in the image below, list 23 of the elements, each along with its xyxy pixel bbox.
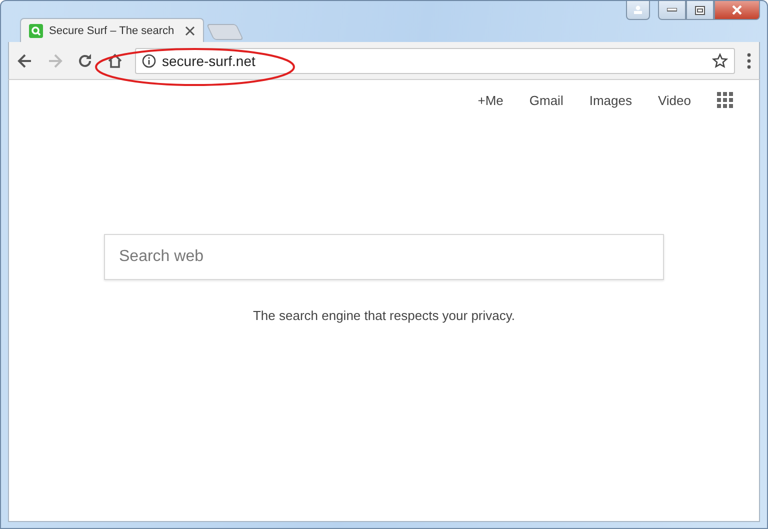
url-text: secure-surf.net (162, 52, 256, 68)
top-link[interactable]: Gmail (529, 92, 564, 108)
tagline-text: The search engine that respects your privacy. (252, 308, 516, 323)
person-icon (633, 5, 643, 15)
profile-button[interactable] (626, 1, 650, 20)
star-icon[interactable] (712, 52, 728, 68)
address-bar[interactable]: secure-surf.net (135, 48, 735, 74)
close-icon[interactable] (185, 26, 195, 36)
minimize-icon (667, 8, 677, 12)
top-link[interactable]: +Me (478, 92, 504, 108)
top-link[interactable]: Images (589, 92, 632, 108)
search-field[interactable]: Search web (104, 234, 664, 280)
search-icon (29, 24, 43, 38)
top-link[interactable]: Video (658, 92, 691, 108)
close-button[interactable] (714, 1, 760, 20)
close-icon (731, 5, 743, 15)
minimize-button[interactable] (658, 1, 686, 20)
restore-icon (695, 6, 705, 14)
apps-grid-icon[interactable] (717, 92, 733, 108)
info-icon[interactable] (142, 54, 156, 68)
menu-icon[interactable] (745, 52, 753, 70)
restore-button[interactable] (686, 1, 714, 20)
browser-tab[interactable]: Secure Surf – The search (20, 18, 204, 42)
